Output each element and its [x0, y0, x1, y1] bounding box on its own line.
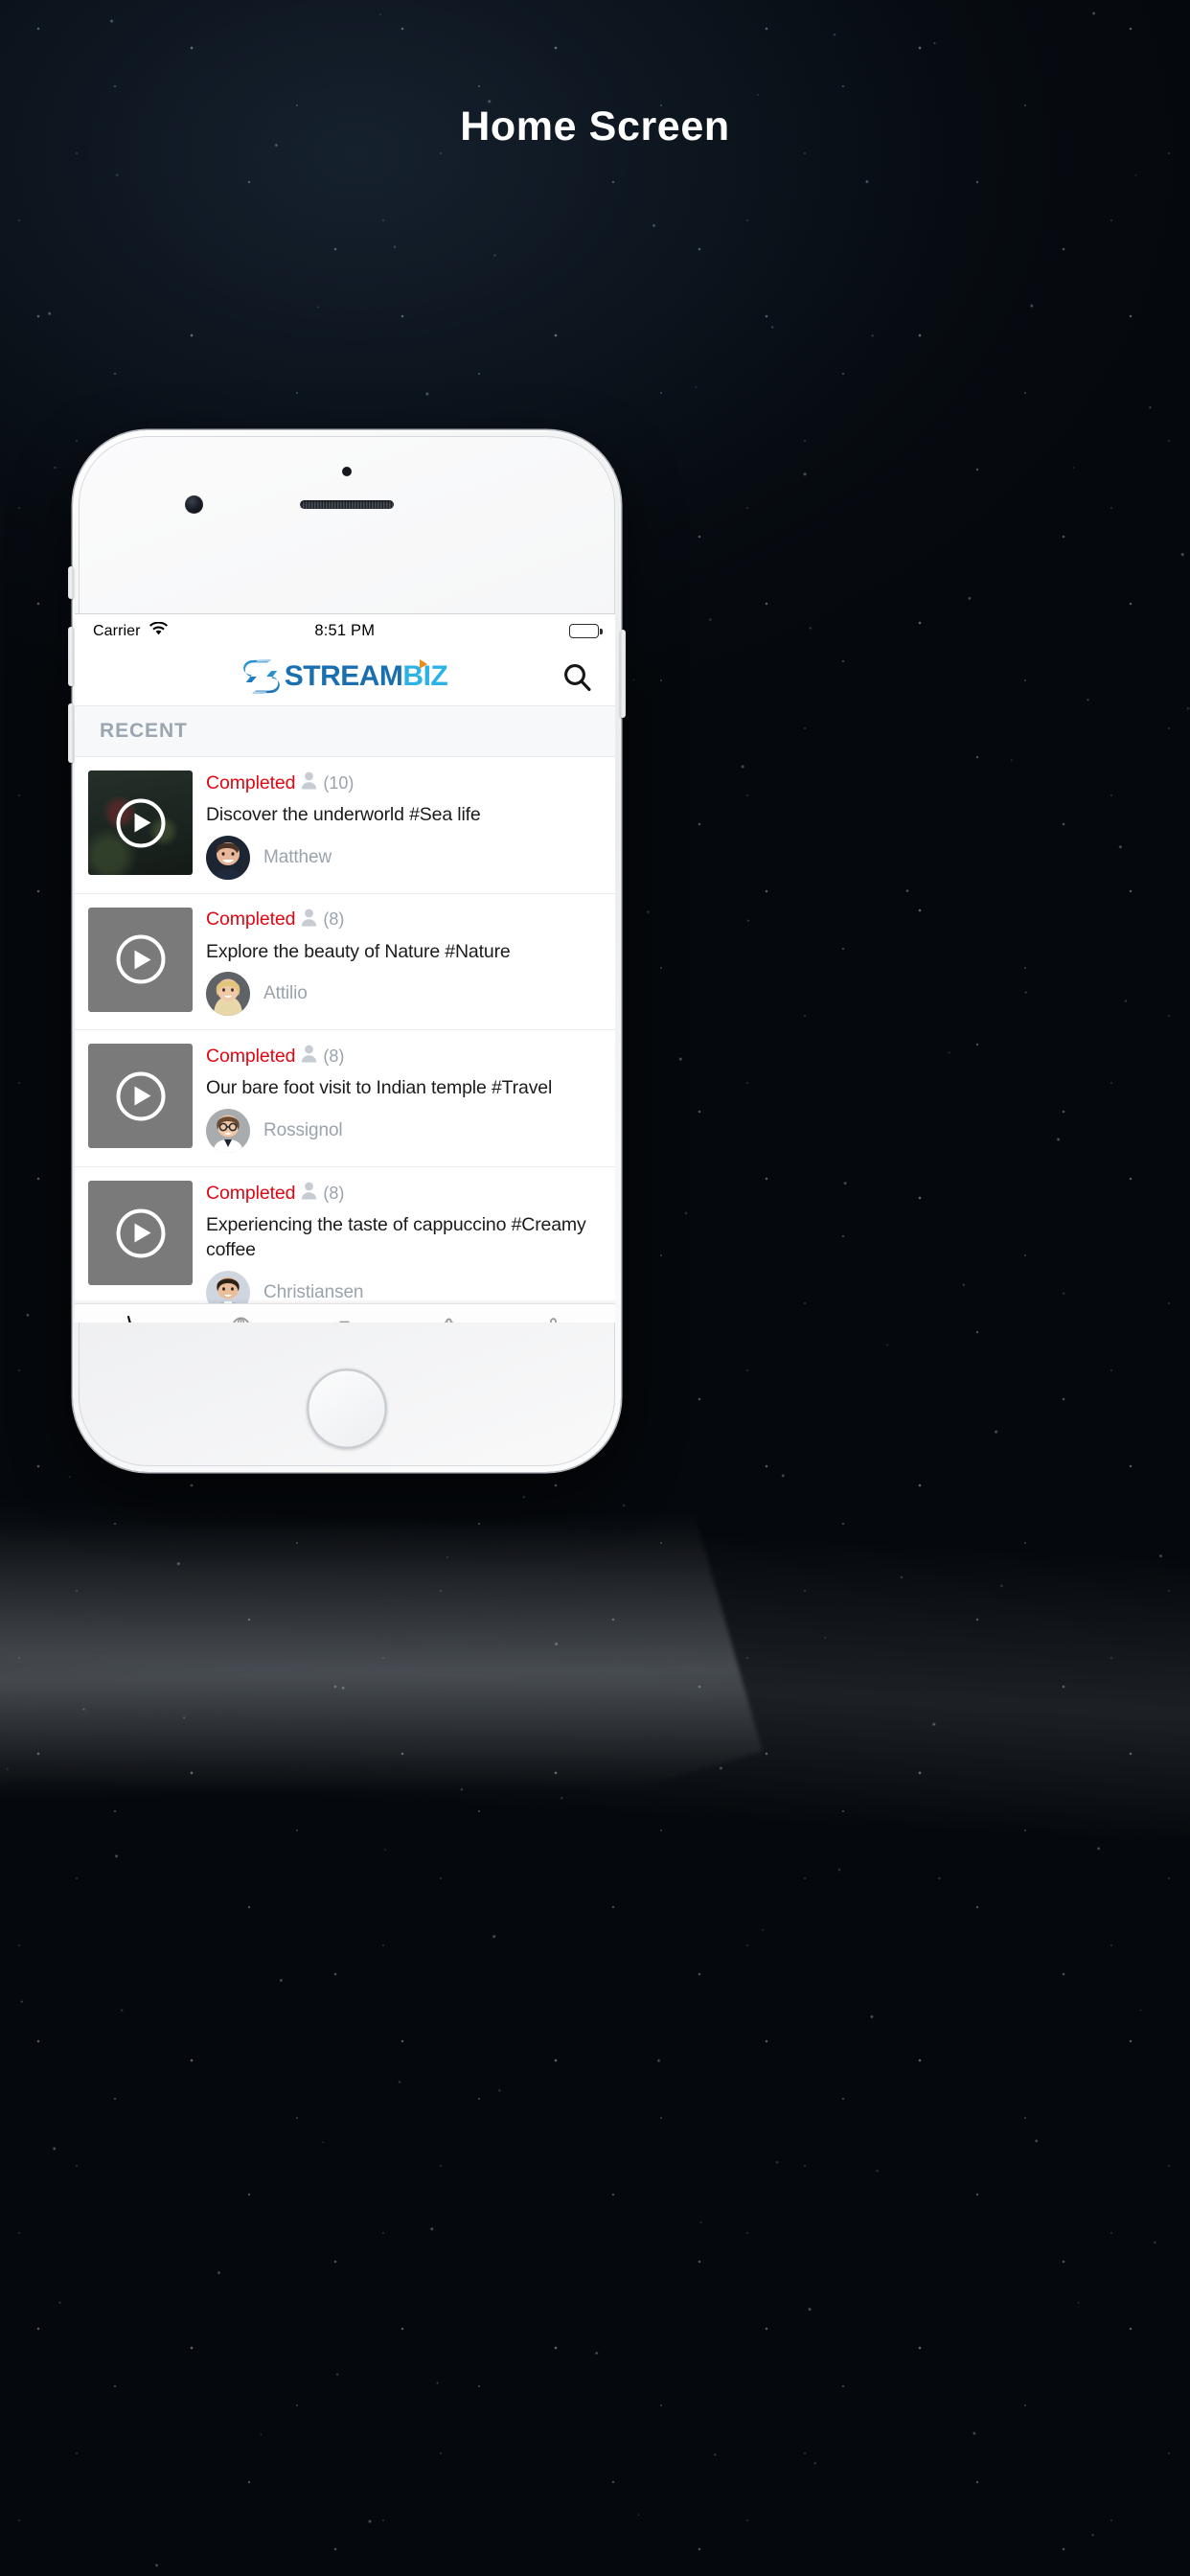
list-item-body: Completed (8) Explore the beauty of Natu…: [193, 908, 604, 1017]
status-badge: Completed: [206, 1182, 296, 1204]
tab-notifications[interactable]: [423, 1311, 476, 1322]
avatar: [206, 1109, 250, 1154]
video-title: Experiencing the taste of cappuccino #Cr…: [206, 1214, 586, 1260]
home-button[interactable]: [307, 1368, 387, 1449]
status-badge: Completed: [206, 1045, 296, 1067]
avatar: [206, 972, 250, 1017]
status-badge: Completed: [206, 908, 296, 931]
person-icon: [301, 1182, 317, 1205]
video-thumbnail[interactable]: [88, 1044, 193, 1149]
viewer-count: (8): [323, 1046, 345, 1066]
carrier-label: Carrier: [93, 622, 141, 639]
video-thumbnail[interactable]: [88, 770, 193, 875]
camera-icon: [335, 1321, 351, 1322]
proximity-sensor-icon: [342, 467, 352, 476]
mute-switch[interactable]: [68, 566, 74, 599]
viewer-count: (10): [323, 772, 355, 793]
app-logo: STREAMBIZ: [242, 659, 448, 694]
battery-full-icon: [569, 624, 603, 638]
status-row: Completed (8): [206, 1044, 604, 1069]
video-thumbnail[interactable]: [88, 1181, 193, 1286]
front-camera-icon: [185, 495, 203, 514]
section-header-recent: RECENT: [75, 705, 615, 757]
page-title: Home Screen: [460, 104, 730, 150]
radio-device-icon: [126, 1315, 131, 1322]
tab-community[interactable]: [527, 1311, 581, 1322]
status-bar-time: 8:51 PM: [314, 622, 376, 639]
search-button[interactable]: [560, 659, 594, 694]
viewer-count: (8): [323, 1183, 345, 1203]
app-bar: STREAMBIZ: [75, 648, 615, 705]
phone-device-frame: Carrier 8:51 PM STREAMBIZ RECENT Complet…: [68, 430, 626, 1472]
list-item[interactable]: Completed (10) Discover the underworld #…: [75, 757, 615, 894]
tab-camera[interactable]: [318, 1311, 372, 1322]
viewer-count: (8): [323, 909, 345, 930]
author-row[interactable]: Rossignol: [206, 1109, 604, 1154]
earpiece-speaker: [300, 500, 394, 509]
wifi-icon: [149, 621, 168, 640]
list-item[interactable]: Completed (8) Experiencing the taste of …: [75, 1167, 615, 1303]
logo-text-primary: STREAM: [284, 660, 403, 692]
list-item[interactable]: Completed (8) Our bare foot visit to Ind…: [75, 1030, 615, 1168]
person-icon: [301, 771, 317, 794]
people-group-icon: [550, 1318, 558, 1322]
author-row[interactable]: Attilio: [206, 972, 604, 1017]
logo-play-accent-icon: [420, 659, 428, 669]
globe-icon: [232, 1317, 249, 1322]
status-badge: Completed: [206, 771, 296, 794]
play-circle-icon[interactable]: [116, 1208, 165, 1258]
status-bar-right: [522, 624, 603, 638]
video-title: Explore the beauty of Nature #Nature: [206, 940, 511, 962]
status-bar-left: Carrier: [93, 621, 168, 640]
list-item-body: Completed (8) Experiencing the taste of …: [193, 1181, 604, 1303]
author-name: Christiansen: [263, 1281, 364, 1302]
author-name: Attilio: [263, 983, 308, 1004]
status-bar: Carrier 8:51 PM: [75, 613, 615, 648]
tab-globe[interactable]: [214, 1311, 267, 1322]
video-title: Discover the underworld #Sea life: [206, 804, 481, 825]
section-header-label: RECENT: [100, 720, 188, 742]
play-circle-icon[interactable]: [116, 1071, 165, 1121]
volume-up-button[interactable]: [68, 627, 74, 686]
list-item-body: Completed (8) Our bare foot visit to Ind…: [193, 1044, 604, 1154]
author-row[interactable]: Christiansen: [206, 1270, 604, 1303]
avatar: [206, 1270, 250, 1303]
tab-radio[interactable]: [109, 1311, 163, 1322]
status-row: Completed (10): [206, 770, 604, 795]
bottom-tab-bar: [75, 1303, 615, 1322]
video-thumbnail[interactable]: [88, 907, 193, 1012]
status-row: Completed (8): [206, 1181, 604, 1206]
play-circle-icon[interactable]: [116, 934, 165, 984]
video-title: Our bare foot visit to Indian temple #Tr…: [206, 1077, 553, 1099]
author-name: Matthew: [263, 846, 332, 867]
author-row[interactable]: Matthew: [206, 835, 604, 880]
search-icon: [563, 663, 591, 691]
list-item[interactable]: Completed (8) Explore the beauty of Natu…: [75, 893, 615, 1031]
avatar: [206, 835, 250, 880]
stream-ribbon-logo-icon: [242, 659, 280, 694]
play-circle-icon[interactable]: [116, 798, 165, 847]
person-icon: [301, 908, 317, 932]
author-name: Rossignol: [263, 1120, 343, 1141]
video-feed-list[interactable]: Completed (10) Discover the underworld #…: [75, 757, 615, 1303]
person-icon: [301, 1045, 317, 1068]
power-button[interactable]: [620, 630, 626, 718]
bell-icon: [444, 1318, 454, 1322]
logo-wordmark: STREAMBIZ: [284, 659, 448, 692]
volume-down-button[interactable]: [68, 703, 74, 763]
phone-screen: Carrier 8:51 PM STREAMBIZ RECENT Complet…: [75, 613, 615, 1322]
status-row: Completed (8): [206, 908, 604, 932]
list-item-body: Completed (10) Discover the underworld #…: [193, 770, 604, 880]
